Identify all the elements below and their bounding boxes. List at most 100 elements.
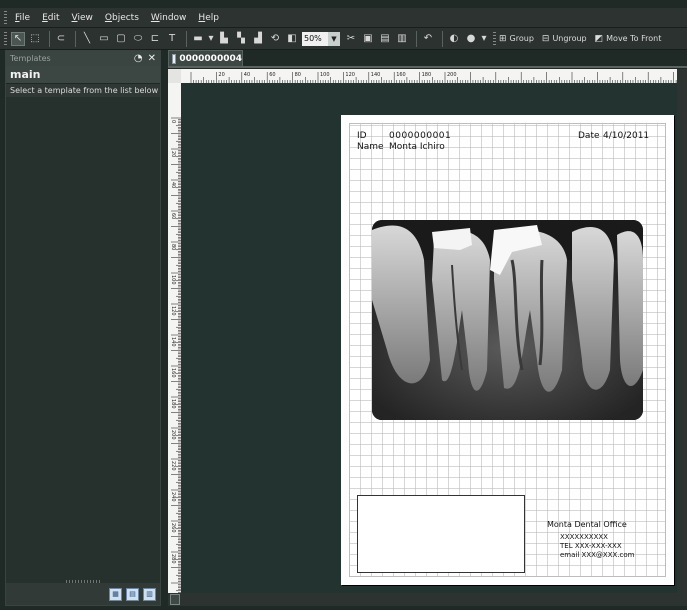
xray-graphic	[372, 220, 643, 420]
image-tool-icon[interactable]: ⊏	[148, 32, 162, 46]
ungroup-icon: ⊟	[541, 33, 550, 44]
office-tel[interactable]: TEL XXX-XXX-XXX	[560, 542, 622, 550]
paste-icon[interactable]: ▤	[378, 32, 392, 46]
toolbar-separator	[416, 30, 417, 47]
toolbar: ↖ ⬚ ⊂ ╲ ▭ ▢ ⬭ ⊏ T ▬ ▾ ▙ ▚ ▟ ⟲ ◧ 50% ▼ ✂ …	[0, 28, 687, 50]
ruler-label: 160	[170, 368, 176, 378]
name-value[interactable]: Monta Ichiro	[389, 142, 445, 152]
align-right-icon[interactable]: ▟	[251, 32, 265, 46]
ruler-label: 200	[447, 72, 457, 78]
move-to-front-label: Move To Front	[606, 34, 662, 43]
copy-icon[interactable]: ▣	[361, 32, 375, 46]
ruler-label: 0	[170, 120, 176, 123]
horizontal-ruler[interactable]: 20 40 60 80 100 120 140 160 180 200	[181, 69, 677, 84]
align-left-icon[interactable]: ▙	[217, 32, 231, 46]
id-value[interactable]: 0000000001	[389, 131, 451, 141]
menubar-grip[interactable]	[4, 10, 7, 25]
toolbar-grip[interactable]	[4, 31, 7, 46]
menu-window[interactable]: Window	[151, 13, 187, 23]
ruler-label: 80	[295, 72, 301, 78]
vertical-ruler[interactable]: 0 20 40 60 80 100 120 140 160 180 200 220 240 260 280	[168, 83, 182, 593]
document-tab[interactable]: 0000000004	[168, 50, 243, 66]
toolbar-separator	[186, 30, 187, 47]
select-tool-icon[interactable]: ↖	[11, 31, 25, 46]
office-code[interactable]: XXXXXXXXXX	[560, 533, 608, 541]
toolbar-grip[interactable]	[493, 31, 496, 46]
delete-icon[interactable]: ▥	[395, 32, 409, 46]
design-canvas[interactable]: ID 0000000001 Date 4/10/2011 Name Monta …	[181, 83, 677, 593]
rotate-icon[interactable]: ⟲	[268, 32, 282, 46]
notes-box[interactable]	[357, 495, 525, 573]
undo-icon[interactable]: ↶	[421, 32, 435, 46]
ruler-label: 120	[345, 72, 355, 78]
ruler-label: 80	[170, 244, 176, 250]
menu-file[interactable]: File	[15, 13, 30, 23]
office-email[interactable]: email XXX@XXX.com	[560, 551, 634, 559]
name-label[interactable]: Name	[357, 142, 384, 152]
toolbar-separator	[75, 30, 76, 47]
ruler-label: 20	[170, 151, 176, 157]
ruler-label: 120	[170, 306, 176, 316]
zoom-dropdown-arrow-icon[interactable]: ▼	[328, 31, 340, 46]
group-button[interactable]: ⊞ Group	[499, 34, 534, 44]
menu-view[interactable]: View	[72, 13, 93, 23]
template-name[interactable]: main	[6, 66, 160, 83]
print-icon[interactable]: ▬	[191, 32, 205, 46]
id-label[interactable]: ID	[357, 131, 367, 141]
tab-underline	[168, 66, 687, 68]
ruler-label: 220	[170, 461, 176, 471]
horizontal-scrollbar[interactable]	[168, 593, 687, 606]
dropdown-arrow-icon[interactable]: ▾	[481, 32, 487, 46]
menu-help[interactable]: Help	[198, 13, 219, 23]
view-list-icon[interactable]: ▤	[126, 587, 139, 601]
date-label[interactable]: Date	[578, 131, 600, 141]
date-value[interactable]: 4/10/2011	[603, 131, 649, 141]
link-tool-icon[interactable]: ⊂	[54, 32, 68, 46]
zoom-input[interactable]: 50%	[302, 31, 328, 46]
template-list[interactable]	[6, 97, 160, 575]
template-page[interactable]: ID 0000000001 Date 4/10/2011 Name Monta …	[341, 115, 674, 585]
text-tool-icon[interactable]: T	[165, 32, 179, 46]
menu-objects[interactable]: Objects	[105, 13, 139, 23]
template-hint: Select a template from the list below	[6, 83, 160, 98]
ellipse-tool-icon[interactable]: ⬭	[131, 32, 145, 46]
ruler-label: 20	[218, 72, 224, 78]
move-to-front-icon: ◩	[594, 33, 604, 44]
line-tool-icon[interactable]: ╲	[80, 32, 94, 46]
vertical-scrollbar[interactable]	[677, 69, 687, 593]
menu-edit[interactable]: Edit	[42, 13, 59, 23]
group-icon: ⊞	[499, 33, 507, 44]
ruler-label: 180	[170, 399, 176, 409]
xray-image[interactable]	[372, 220, 643, 420]
view-icons-icon[interactable]: ▦	[109, 587, 122, 601]
document-tab-label: 0000000004	[179, 53, 242, 64]
vertical-ruler-ticks: 0 20 40 60 80 100 120 140 160 180 200 220 240 260 280	[170, 117, 181, 593]
toolbar-separator	[49, 30, 50, 47]
ruler-label: 60	[170, 213, 176, 219]
align-center-icon[interactable]: ▚	[234, 32, 248, 46]
close-icon[interactable]: ✕	[148, 53, 156, 64]
line-color-icon[interactable]: ●	[464, 32, 478, 46]
dropdown-arrow-icon[interactable]: ▾	[208, 32, 214, 46]
ungroup-button[interactable]: ⊟ Ungroup	[542, 34, 587, 44]
ruler-label: 100	[170, 275, 176, 285]
move-to-front-button[interactable]: ◩ Move To Front	[595, 34, 662, 44]
ruler-label: 40	[170, 182, 176, 188]
rounded-rect-tool-icon[interactable]: ▢	[114, 32, 128, 46]
scrollbar-thumb[interactable]	[170, 594, 180, 605]
fill-color-icon[interactable]: ◐	[447, 32, 461, 46]
document-icon	[172, 53, 177, 64]
node-tool-icon[interactable]: ⬚	[28, 32, 42, 46]
office-name[interactable]: Monta Dental Office	[547, 520, 627, 529]
flip-icon[interactable]: ◧	[285, 32, 299, 46]
toolbar-separator	[442, 30, 443, 47]
templates-panel: Templates ◔ ✕ main Select a template fro…	[5, 50, 161, 606]
detach-icon[interactable]: ◔	[134, 53, 143, 64]
ruler-label: 60	[269, 72, 275, 78]
view-details-icon[interactable]: ▥	[143, 587, 156, 601]
ruler-label: 240	[170, 492, 176, 502]
rectangle-tool-icon[interactable]: ▭	[97, 32, 111, 46]
cut-icon[interactable]: ✂	[344, 32, 358, 46]
menu-bar: File Edit View Objects Window Help	[0, 8, 687, 28]
ruler-label: 280	[170, 554, 176, 564]
